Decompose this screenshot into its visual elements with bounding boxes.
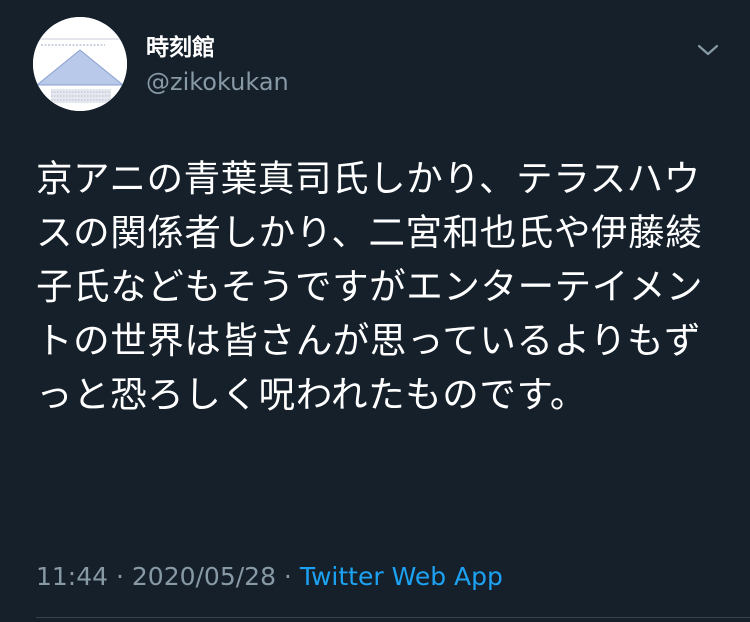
tweet-text: 京アニの青葉真司氏しかり、テラスハウスの関係者しかり、二宮和也氏や伊藤綾子氏など… [36, 157, 704, 416]
author-display-name[interactable]: 時刻館 [146, 34, 215, 62]
tweet-date[interactable]: 2020/05/28 [132, 562, 276, 591]
divider [36, 617, 750, 618]
tweet-menu-button[interactable] [690, 32, 726, 68]
tweet-time[interactable]: 11:44 [36, 562, 108, 591]
tweet-card: 時刻館 @zikokukan 京アニの青葉真司氏しかり、テラスハウスの関係者しか… [0, 0, 750, 622]
tweet-meta: 11:44 · 2020/05/28 · Twitter Web App [36, 560, 503, 594]
tweet-source-link[interactable]: Twitter Web App [300, 562, 503, 591]
meta-separator: · [275, 562, 300, 591]
avatar[interactable] [33, 17, 127, 111]
author-handle[interactable]: @zikokukan [146, 67, 289, 97]
chevron-down-icon [697, 44, 719, 56]
pyramid-diagram-avatar-icon [33, 17, 127, 111]
meta-separator: · [108, 562, 132, 591]
